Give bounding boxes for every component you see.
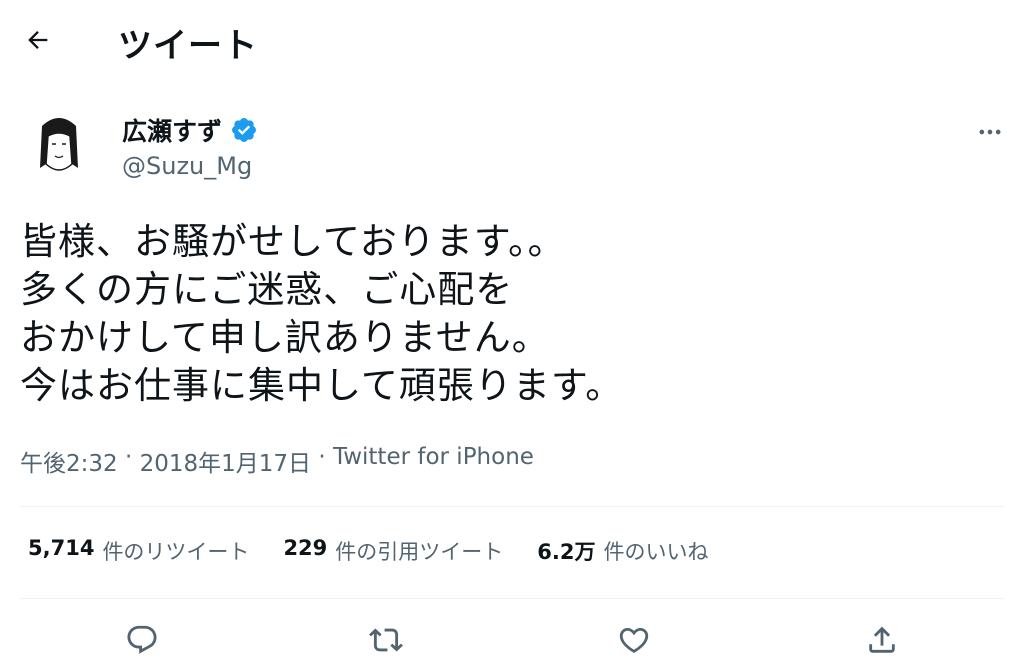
tweet-source[interactable]: Twitter for iPhone <box>333 444 534 478</box>
stat-count: 229 <box>283 536 328 560</box>
divider <box>20 506 1004 507</box>
share-icon <box>869 626 895 653</box>
author-handle[interactable]: @Suzu_Mg <box>122 152 252 180</box>
tweet-text: 皆様、お騒がせしております。。 多くの方にご迷惑、ご心配を おかけして申し訳あり… <box>20 220 624 407</box>
reply-button[interactable] <box>122 620 162 660</box>
tweet-header: ツイート <box>0 0 1024 80</box>
divider <box>20 598 1004 599</box>
like-button[interactable] <box>614 620 654 660</box>
tweet-meta: 午後2:32 · 2018年1月17日 · Twitter for iPhone <box>20 444 534 478</box>
like-icon <box>619 627 649 653</box>
arrow-left-icon <box>28 31 48 49</box>
tweet-date[interactable]: 2018年1月17日 <box>140 444 311 478</box>
tweet-stats: 5,714 件のリツイート 229 件の引用ツイート 6.2万 件のいいね <box>28 536 708 566</box>
stat-label: 件のいいね <box>603 540 709 564</box>
retweet-icon <box>369 628 403 652</box>
likes-stat[interactable]: 6.2万 件のいいね <box>537 536 708 566</box>
author-display-name[interactable]: 広瀬すず <box>122 112 222 148</box>
share-button[interactable] <box>862 620 902 660</box>
stat-count: 5,714 <box>28 536 95 560</box>
stat-label: 件の引用ツイート <box>335 540 504 564</box>
meta-separator: · <box>117 444 140 470</box>
author-name-row: 広瀬すず <box>122 112 258 148</box>
page-title: ツイート <box>118 26 258 66</box>
more-button[interactable] <box>972 114 1008 150</box>
reply-icon <box>127 625 157 654</box>
quote-tweets-stat[interactable]: 229 件の引用ツイート <box>283 536 503 566</box>
meta-separator: · <box>311 444 333 470</box>
tweet-actions <box>0 612 1024 668</box>
more-horizontal-icon <box>979 129 1001 135</box>
retweets-stat[interactable]: 5,714 件のリツイート <box>28 536 249 566</box>
stat-count: 6.2万 <box>537 540 596 564</box>
retweet-button[interactable] <box>366 620 406 660</box>
avatar-drawing-icon <box>40 118 78 171</box>
back-button[interactable] <box>20 22 56 58</box>
stat-label: 件のリツイート <box>102 540 250 564</box>
verified-badge-icon <box>232 118 256 142</box>
tweet-author: 広瀬すず @Suzu_Mg <box>0 100 1024 190</box>
tweet-time[interactable]: 午後2:32 <box>20 444 118 478</box>
avatar[interactable] <box>20 108 98 186</box>
